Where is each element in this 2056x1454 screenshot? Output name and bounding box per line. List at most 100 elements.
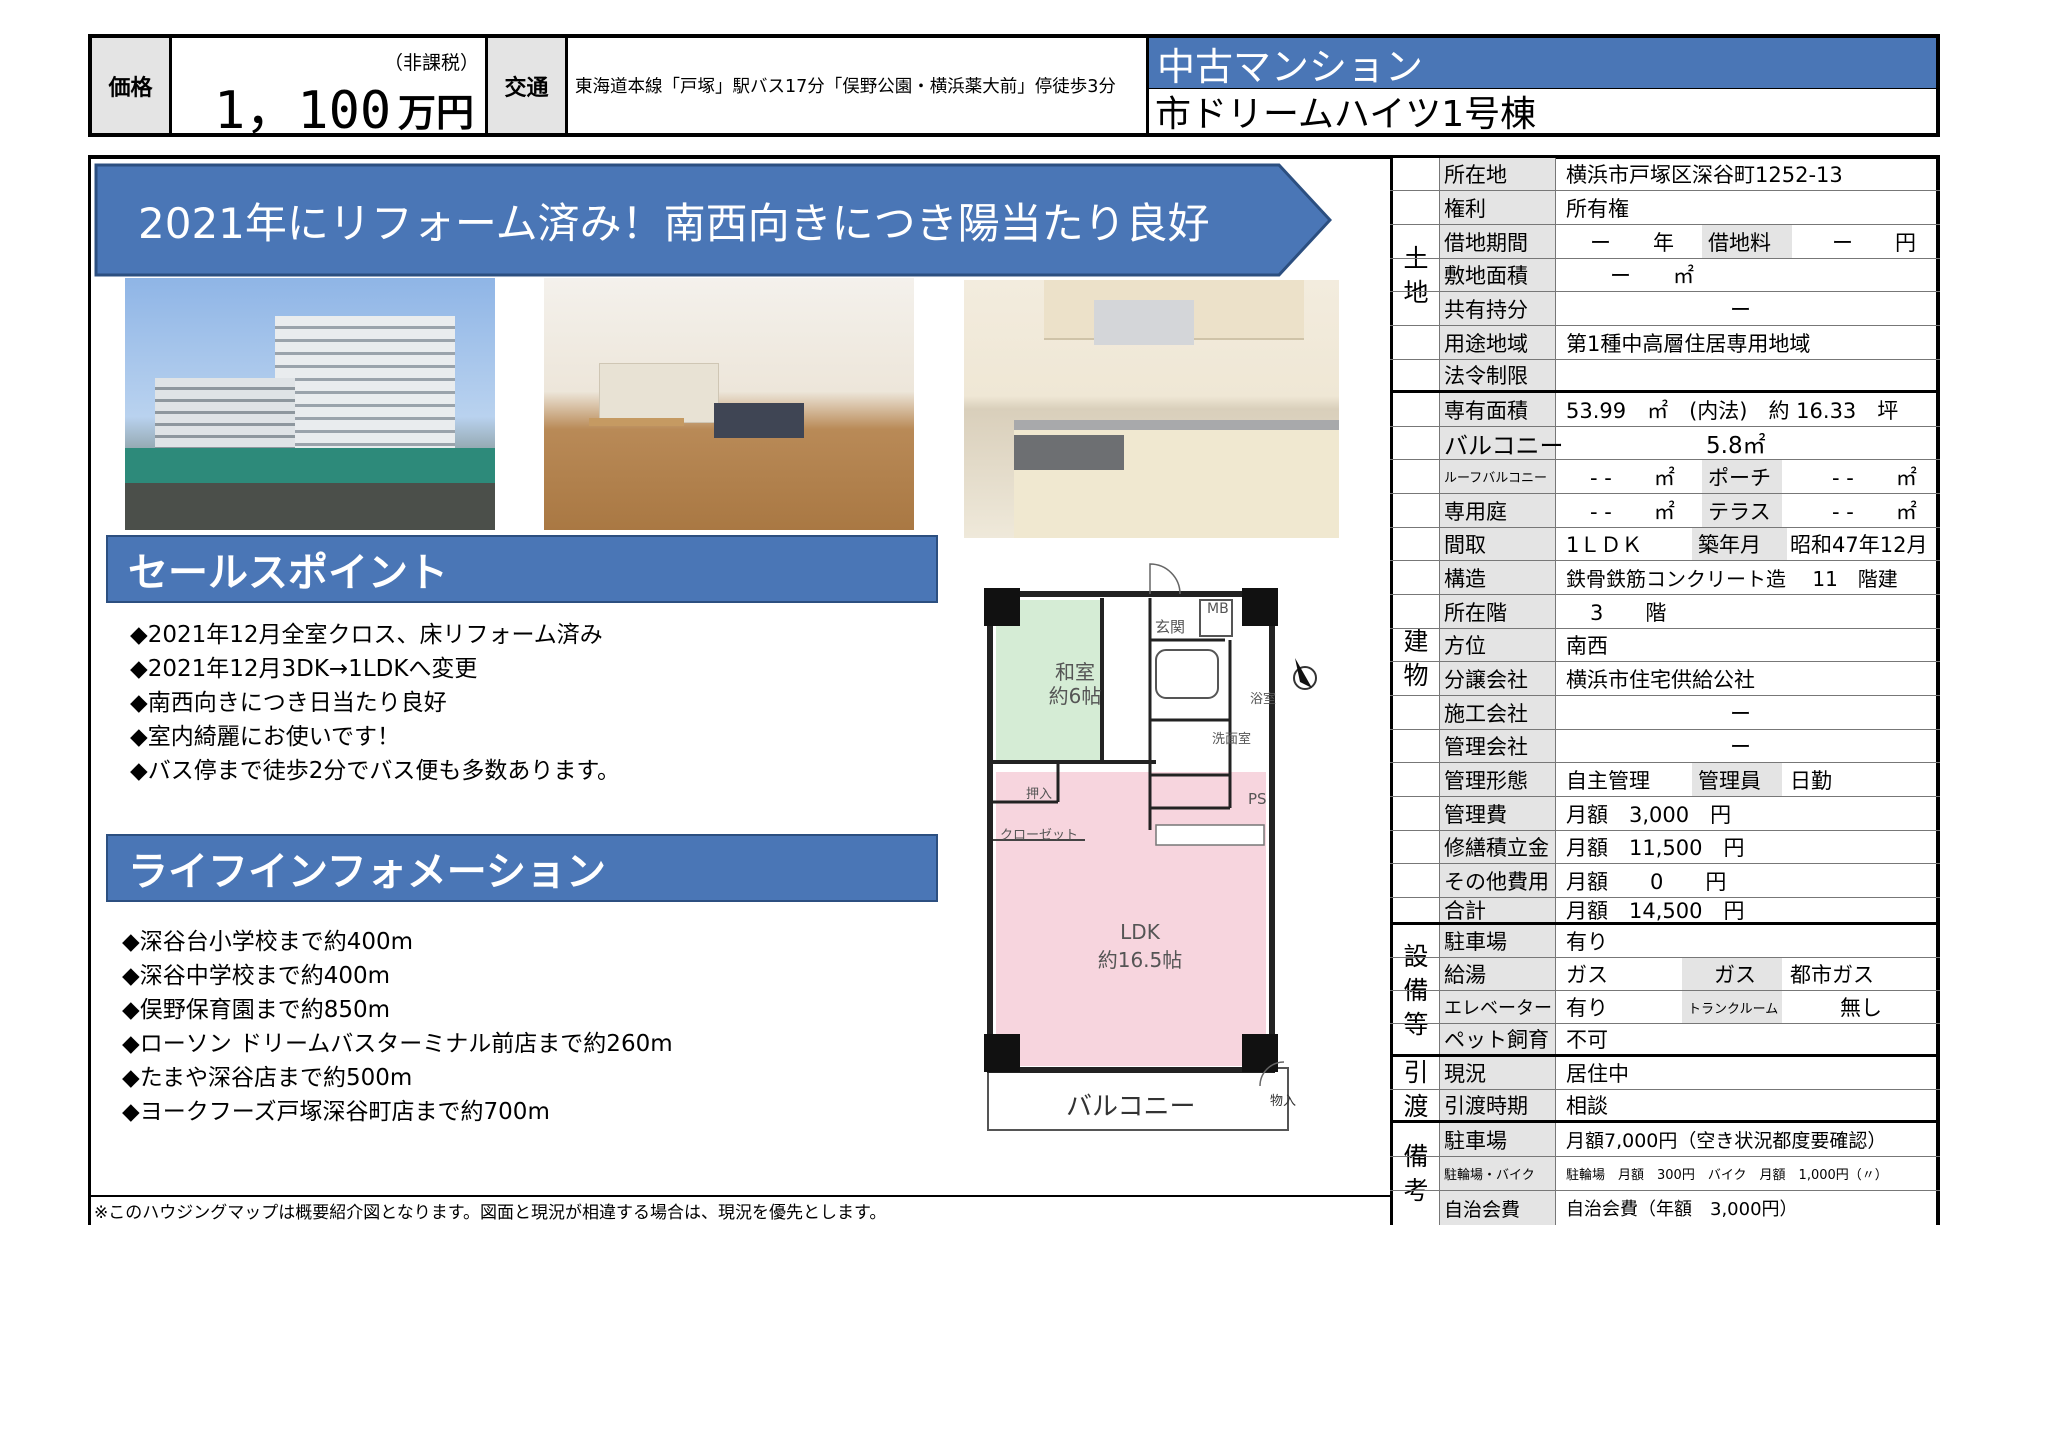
left-bottom-rule [88,1195,1393,1197]
n-bike-l: 駐輪場・バイク [1440,1157,1556,1190]
total-l: 合計 [1440,898,1556,923]
list-item: ◆2021年12月3DK→1LDKへ変更 [130,656,478,682]
kitchen-photo [964,280,1339,538]
rights-l: 権利 [1440,191,1556,224]
list-item: ◆深谷台小学校まで約400m [122,929,413,955]
garden-v: - - ㎡ [1590,499,1675,524]
n-assoc-v: 自治会費（年額 3,000円） [1566,1199,1798,1220]
plan-ldk: LDK [1120,920,1160,944]
terrace-v: - - ㎡ [1832,499,1917,524]
floor-plan [984,563,1317,1131]
table-row: 修繕積立金 月額 11,500 円 [1390,831,1940,864]
table-row: 駐車場 月額7,000円（空き状況都度要確認） [1390,1123,1940,1157]
table-row: 所在階 3 階 [1390,595,1940,629]
sales-list: ◆2021年12月全室クロス、床リフォーム済み ◆2021年12月3DK→1LD… [130,618,620,788]
layout-l: 間取 [1440,528,1556,560]
table-row: 分譲会社 横浜市住宅供給公社 [1390,662,1940,696]
price-tax: （非課税） [384,52,480,74]
location-v: 横浜市戸塚区深谷町1252-13 [1566,163,1843,187]
leasefee-l: 借地料 [1702,225,1792,258]
n-parking-v: 月額7,000円（空き状況都度要確認） [1566,1130,1887,1152]
table-row: 給湯 ガス ガス 都市ガス [1390,958,1940,991]
mgmtform-v: 自主管理 [1566,768,1650,793]
balcony-v: 5.8㎡ [1706,433,1766,459]
roof-v: - - ㎡ [1590,465,1675,490]
table-row: バルコニー 5.8㎡ [1390,427,1940,460]
table-row: 敷地面積 ー ㎡ [1390,259,1940,292]
gas-l: ガス [1682,958,1782,990]
table-row: 方位 南西 [1390,629,1940,662]
mgmtfee-l: 管理費 [1440,797,1556,830]
leasefee-v: ー 円 [1832,230,1916,255]
other-v: 月額 0 円 [1566,869,1727,894]
n-parking-l: 駐車場 [1440,1123,1556,1156]
repair-l: 修繕積立金 [1440,831,1556,863]
law-l: 法令制限 [1440,360,1556,390]
share-l: 共有持分 [1440,292,1556,325]
list-item: ◆ローソン ドリームバスターミナル前店まで約260m [122,1031,673,1057]
room-photo [544,278,914,530]
parking-l: 駐車場 [1440,925,1556,957]
list-item: ◆2021年12月全室クロス、床リフォーム済み [130,622,603,648]
table-row: 権利 所有権 [1390,191,1940,225]
table-row: 管理形態 自主管理 管理員 日勤 [1390,763,1940,797]
list-item: ◆たまや深谷店まで約500m [122,1065,413,1091]
mgmtco-v: ー [1730,735,1751,759]
site-v: ー ㎡ [1610,264,1694,288]
elev-v: 有り [1566,996,1608,1020]
n-bike-v: 駐輪場 月額 300円 バイク 月額 1,000円（〃） [1566,1168,1888,1183]
site-l: 敷地面積 [1440,259,1556,291]
porch-l: ポーチ [1702,460,1782,493]
table-row: 間取 1ＬＤＫ 築年月 昭和47年12月 [1390,528,1940,561]
area-l: 専有面積 [1440,393,1556,426]
table-row: 合計 月額 14,500 円 [1390,898,1940,925]
table-row: 現況 居住中 [1390,1057,1940,1090]
headline-text: 2021年にリフォーム済み！南西向きにつき陽当たり良好 [138,199,1210,248]
access-value: 東海道本線「戸塚」駅バス17分「俣野公園・横浜薬大前」停徒歩3分 [568,38,1149,133]
repair-v: 月額 11,500 円 [1566,836,1745,860]
table-row: 管理会社 ー [1390,730,1940,763]
plan-ps: PS [1248,790,1267,808]
plan-washitsu-size: 約6帖 [1048,684,1102,708]
zone-v: 第1種中高層住居専用地域 [1566,331,1811,356]
table-row: エレベーター 有り トランクルーム 無し [1390,991,1940,1024]
plan-senmen: 洗面室 [1212,732,1252,747]
terrace-l: テラス [1702,494,1782,527]
manager-v: 日勤 [1790,768,1832,793]
hotwater-l: 給湯 [1440,958,1556,990]
other-l: その他費用 [1440,864,1556,897]
table-row: その他費用 月額 0 円 [1390,864,1940,898]
table-row: 管理費 月額 3,000 円 [1390,797,1940,831]
plan-ldk-size: 約16.5帖 [1097,948,1183,972]
table-row: 用途地域 第1種中高層住居専用地域 [1390,326,1940,360]
trunk-l: トランクルーム [1682,991,1782,1023]
seller-l: 分譲会社 [1440,662,1556,695]
gas-v: 都市ガス [1790,963,1874,987]
table-row: ペット飼育 不可 [1390,1024,1940,1057]
table-row: ルーフバルコニー - - ㎡ ポーチ - - ㎡ [1390,460,1940,494]
area-v: 53.99 ㎡ (内法) 約 16.33 坪 [1566,398,1899,423]
porch-v: - - ㎡ [1832,465,1917,490]
table-row: 駐輪場・バイク 駐輪場 月額 300円 バイク 月額 1,000円（〃） [1390,1157,1940,1191]
plan-mb: MB [1207,601,1229,617]
handover-l: 引渡時期 [1440,1090,1556,1120]
mgmtco-l: 管理会社 [1440,730,1556,762]
hotwater-v: ガス [1566,963,1608,987]
price-box: （非課税） 1，100 万円 [172,38,488,141]
table-row: 専有面積 53.99 ㎡ (内法) 約 16.33 坪 [1390,393,1940,427]
table-row: 法令制限 [1390,360,1940,393]
table-row: 自治会費 自治会費（年額 3,000円） [1390,1191,1940,1225]
plan-oshiire: 押入 [1026,787,1053,802]
location-l: 所在地 [1440,158,1556,190]
built-l: 築年月 [1692,528,1787,560]
lease-l: 借地期間 [1440,225,1556,258]
list-item: ◆ヨークフーズ戸塚深谷町店まで約700m [122,1099,550,1125]
table-row: 駐車場 有り [1390,925,1940,958]
header-bar: 価格 （非課税） 1，100 万円 交通 東海道本線「戸塚」駅バス17分「俣野公… [88,34,1940,141]
plan-closet: クローゼット [1000,828,1079,843]
table-row: 共有持分 ー [1390,292,1940,326]
trunk-v: 無し [1840,996,1882,1020]
list-item: ◆俣野保育園まで約850m [122,997,390,1023]
table-row: 専用庭 - - ㎡ テラス - - ㎡ [1390,494,1940,528]
status-l: 現況 [1440,1057,1556,1089]
